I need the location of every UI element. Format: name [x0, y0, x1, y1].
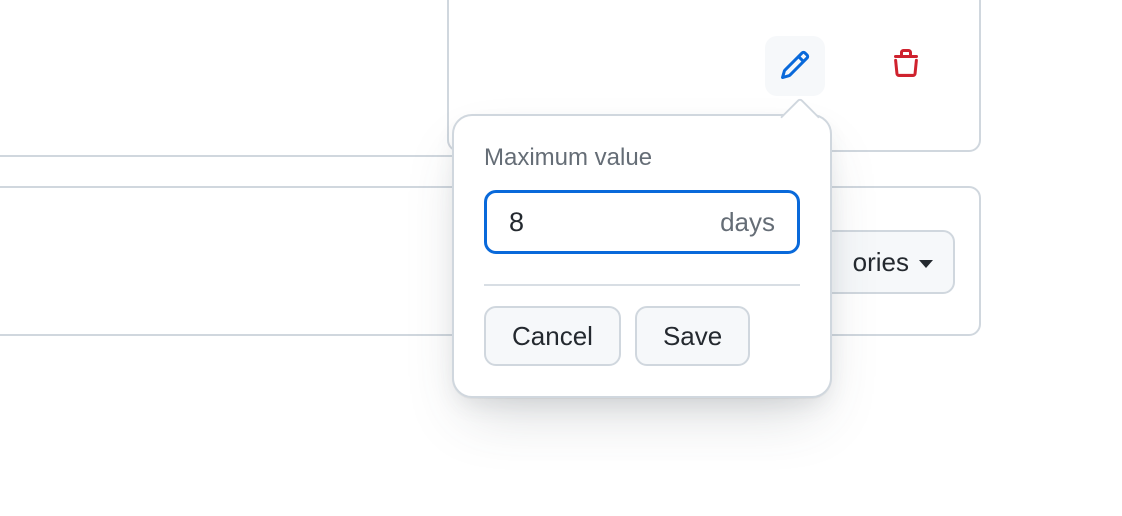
maximum-value-unit: days [720, 207, 775, 238]
pencil-icon [779, 49, 811, 84]
maximum-value-input-wrapper[interactable]: days [484, 190, 800, 254]
maximum-value-popover: Maximum value days Cancel Save [452, 114, 832, 398]
popover-actions: Cancel Save [484, 306, 800, 366]
edit-button[interactable] [765, 36, 825, 96]
chevron-down-icon [919, 260, 933, 268]
dropdown-label: ories [853, 247, 909, 278]
trash-icon [890, 49, 922, 84]
popover-divider [484, 284, 800, 286]
maximum-value-input[interactable] [509, 207, 720, 238]
background-stripe [0, 155, 480, 157]
cancel-button[interactable]: Cancel [484, 306, 621, 366]
field-label: Maximum value [484, 144, 800, 172]
delete-button[interactable] [876, 36, 936, 96]
save-button[interactable]: Save [635, 306, 750, 366]
